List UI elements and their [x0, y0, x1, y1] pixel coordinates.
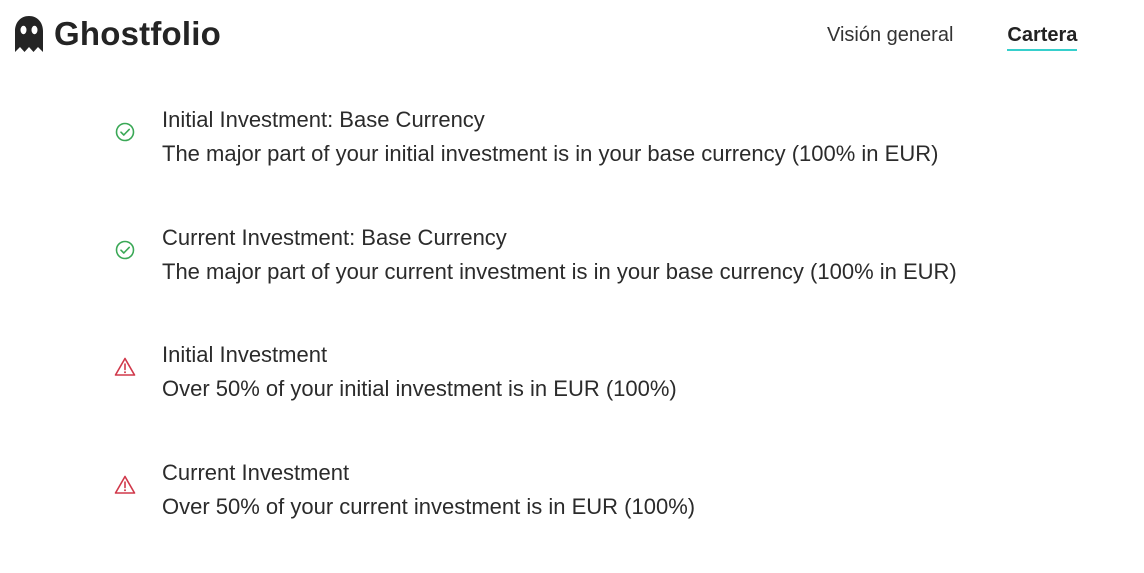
rule-title: Current Investment — [162, 456, 695, 490]
rule-item: Current Investment Over 50% of your curr… — [114, 456, 1114, 573]
rule-text: Initial Investment Over 50% of your init… — [162, 338, 677, 406]
nav-item-portfolio[interactable]: Cartera — [1007, 22, 1077, 51]
ghost-icon — [14, 15, 44, 53]
main-nav: Visión general Cartera — [827, 22, 1077, 51]
rule-title: Initial Investment — [162, 338, 677, 372]
app-logo[interactable]: Ghostfolio — [14, 14, 221, 54]
rule-item: Current Investment: Base Currency The ma… — [114, 221, 1114, 339]
rule-text: Current Investment: Base Currency The ma… — [162, 221, 957, 289]
warning-triangle-icon — [114, 356, 136, 378]
rule-title: Current Investment: Base Currency — [162, 221, 957, 255]
warning-triangle-icon — [114, 474, 136, 496]
check-circle-icon — [114, 121, 136, 143]
app-name: Ghostfolio — [54, 14, 221, 54]
rule-description: The major part of your current investmen… — [162, 255, 957, 289]
rule-item: Initial Investment: Base Currency The ma… — [114, 103, 1114, 221]
rule-title: Initial Investment: Base Currency — [162, 103, 938, 137]
rules-list: Initial Investment: Base Currency The ma… — [114, 103, 1114, 573]
rule-description: Over 50% of your current investment is i… — [162, 490, 695, 524]
check-circle-icon — [114, 239, 136, 261]
rule-text: Initial Investment: Base Currency The ma… — [162, 103, 938, 171]
rule-description: Over 50% of your initial investment is i… — [162, 372, 677, 406]
top-bar: Ghostfolio Visión general Cartera — [0, 0, 1144, 70]
rule-text: Current Investment Over 50% of your curr… — [162, 456, 695, 524]
rule-description: The major part of your initial investmen… — [162, 137, 938, 171]
rule-item: Initial Investment Over 50% of your init… — [114, 338, 1114, 456]
nav-item-overview[interactable]: Visión general — [827, 22, 953, 51]
